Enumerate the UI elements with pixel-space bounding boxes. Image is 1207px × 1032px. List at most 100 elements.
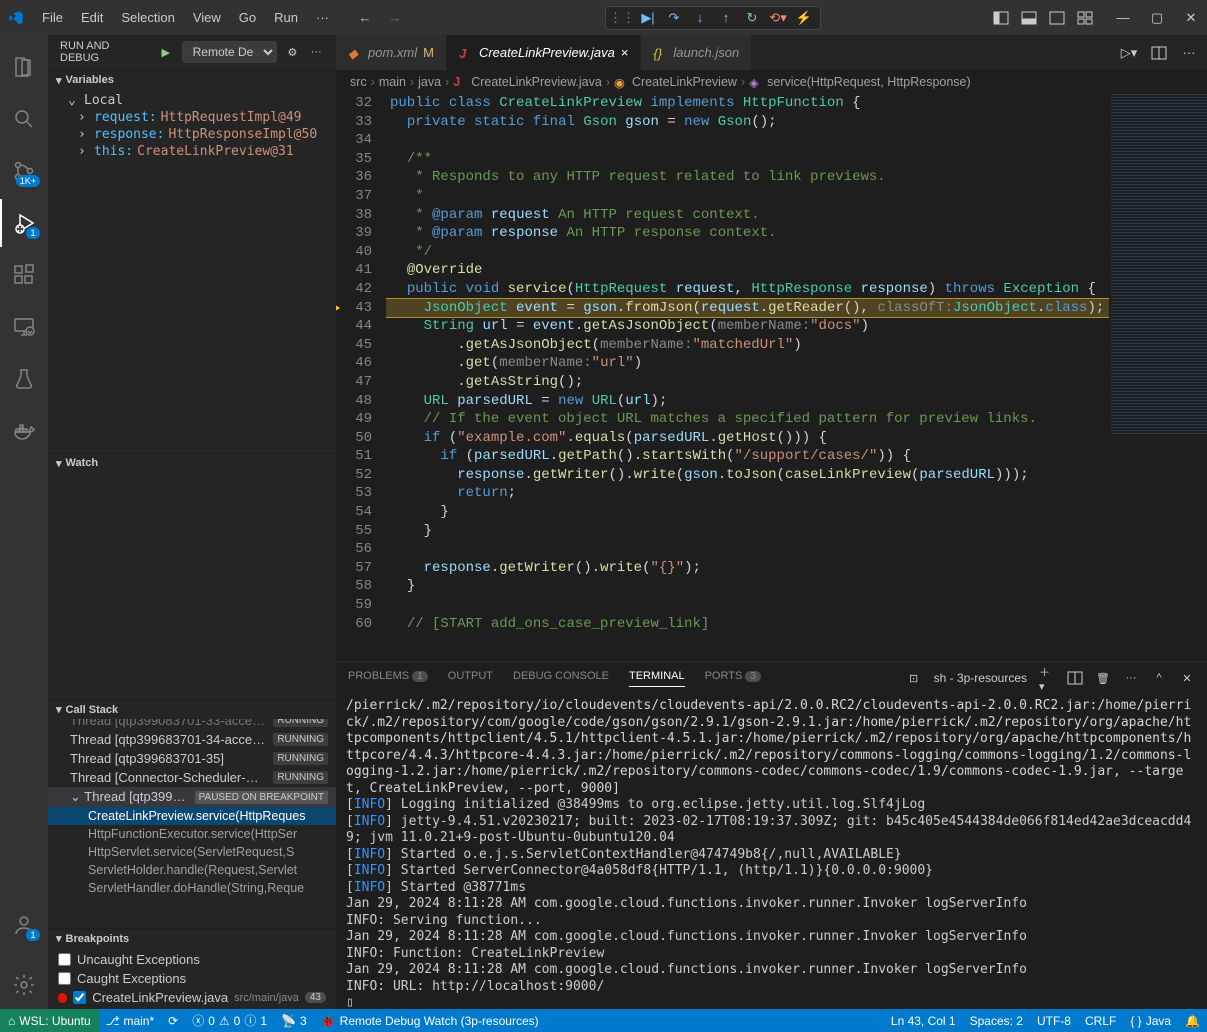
titlebar: File Edit Selection View Go Run ··· ← → … xyxy=(0,0,1207,35)
thread-row[interactable]: Thread [qtp399683701-35]RUNNING xyxy=(48,749,336,768)
callstack-header[interactable]: ▾Call Stack xyxy=(48,699,336,719)
nav-back-icon[interactable]: ← xyxy=(357,10,373,26)
breakpoint-item[interactable]: CreateLinkPreview.javasrc/main/java 43 xyxy=(48,988,336,1007)
variables-header[interactable]: ▾Variables xyxy=(48,70,336,90)
debug-start-icon[interactable]: ▶ xyxy=(158,44,174,60)
editor-more-icon[interactable]: ··· xyxy=(1181,45,1197,61)
terminal-name[interactable]: sh - 3p-resources xyxy=(934,671,1027,685)
file-xml-icon: ◆ xyxy=(348,46,362,60)
stack-frame[interactable]: ServletHolder.handle(Request,Servlet xyxy=(48,861,336,879)
panel-tab-output[interactable]: Output xyxy=(448,670,493,686)
status-encoding[interactable]: UTF-8 xyxy=(1030,1014,1078,1028)
breakpoints-header[interactable]: ▾Breakpoints xyxy=(48,928,336,948)
watch-header[interactable]: ▾Watch xyxy=(48,453,336,473)
tab-pom[interactable]: ◆ pom.xmlM xyxy=(336,35,447,70)
debug-settings-icon[interactable]: ⚙ xyxy=(285,44,301,60)
terminal-new-icon[interactable]: ＋▾ xyxy=(1039,670,1055,686)
nav-forward-icon[interactable]: → xyxy=(387,10,403,26)
debug-step-into-icon[interactable]: ↓ xyxy=(692,10,708,26)
debug-step-out-icon[interactable]: ↑ xyxy=(718,10,734,26)
panel-maximize-icon[interactable]: ^ xyxy=(1151,670,1167,686)
editor-run-icon[interactable]: ▷▾ xyxy=(1121,45,1137,61)
menu-selection[interactable]: Selection xyxy=(113,6,182,29)
window-maximize-icon[interactable]: ▢ xyxy=(1149,10,1165,26)
status-sync[interactable]: ⟳ xyxy=(161,1009,185,1032)
stack-frame[interactable]: ServletHandler.doHandle(String,Reque xyxy=(48,879,336,897)
status-cursor[interactable]: Ln 43, Col 1 xyxy=(884,1014,963,1028)
panel-more-icon[interactable]: ··· xyxy=(1123,670,1139,686)
activity-explorer[interactable] xyxy=(0,43,48,91)
menu-edit[interactable]: Edit xyxy=(73,6,111,29)
menu-file[interactable]: File xyxy=(34,6,71,29)
terminal-output[interactable]: /pierrick/.m2/repository/io/cloudevents/… xyxy=(336,694,1207,1009)
activity-search[interactable] xyxy=(0,95,48,143)
editor[interactable]: 3233343536373839404142434445464748495051… xyxy=(336,94,1109,661)
layout-left-icon[interactable] xyxy=(993,10,1009,26)
debug-restart-icon[interactable]: ↻ xyxy=(744,10,760,26)
panel-tab-problems[interactable]: Problems 1 xyxy=(348,670,428,686)
debug-hot-icon[interactable]: ⚡ xyxy=(796,10,812,26)
window-close-icon[interactable]: ✕ xyxy=(1183,10,1199,26)
window-minimize-icon[interactable]: — xyxy=(1115,10,1131,26)
thread-row[interactable]: ⌄ Thread [qtp39968…PAUSED ON BREAKPOINT xyxy=(48,787,336,807)
menu-more[interactable]: ··· xyxy=(308,6,337,29)
activity-remote[interactable] xyxy=(0,303,48,351)
layout-right-icon[interactable] xyxy=(1049,10,1065,26)
stack-frame[interactable]: HttpFunctionExecutor.service(HttpSer xyxy=(48,825,336,843)
tab-close-icon[interactable]: × xyxy=(621,45,629,60)
variables-scope-local[interactable]: ⌄Local xyxy=(48,92,336,109)
activitybar: 1K+ 1 1 xyxy=(0,35,48,1009)
status-ports[interactable]: 📡3 xyxy=(274,1009,314,1032)
status-notifications-icon[interactable]: 🔔 xyxy=(1178,1014,1207,1028)
debug-drag-handle-icon[interactable]: ⋮⋮ xyxy=(614,10,630,26)
status-spaces[interactable]: Spaces: 2 xyxy=(963,1014,1030,1028)
breakpoint-caught[interactable]: Caught Exceptions xyxy=(48,969,336,988)
variable-row[interactable]: ›this: CreateLinkPreview@31 xyxy=(48,143,336,160)
stack-frame[interactable]: CreateLinkPreview.service(HttpReques xyxy=(48,807,336,825)
status-debug-target[interactable]: 🐞Remote Debug Watch (3p-resources) xyxy=(314,1009,546,1032)
variable-row[interactable]: ›request: HttpRequestImpl@49 xyxy=(48,109,336,126)
layout-bottom-icon[interactable] xyxy=(1021,10,1037,26)
status-problems[interactable]: ⓧ0 ⚠0 ⓘ1 xyxy=(185,1009,274,1032)
antenna-icon: 📡 xyxy=(281,1014,296,1028)
breadcrumb[interactable]: src› main› java› JCreateLinkPreview.java… xyxy=(336,70,1207,94)
editor-split-icon[interactable] xyxy=(1151,45,1167,61)
stack-frame[interactable]: HttpServlet.service(ServletRequest,S xyxy=(48,843,336,861)
panel-tab-terminal[interactable]: Terminal xyxy=(629,670,685,687)
variable-row[interactable]: ›response: HttpResponseImpl@50 xyxy=(48,126,336,143)
menu-view[interactable]: View xyxy=(185,6,229,29)
tab-launch[interactable]: {} launch.json xyxy=(641,35,752,70)
menu-go[interactable]: Go xyxy=(231,6,264,29)
debug-toolbar: ⋮⋮ ▶| ↷ ↓ ↑ ↻ ⟲▾ ⚡ xyxy=(605,6,821,30)
layout-custom-icon[interactable] xyxy=(1077,10,1093,26)
debug-continue-icon[interactable]: ▶| xyxy=(640,10,656,26)
status-remote[interactable]: ⌂WSL: Ubuntu xyxy=(0,1009,99,1032)
method-icon: ◈ xyxy=(749,75,763,89)
status-branch[interactable]: ⎇main* xyxy=(99,1009,162,1032)
activity-scm[interactable]: 1K+ xyxy=(0,147,48,195)
tab-createlinkpreview[interactable]: J CreateLinkPreview.java × xyxy=(447,35,641,70)
activity-docker[interactable] xyxy=(0,407,48,455)
activity-settings[interactable] xyxy=(0,961,48,1009)
debug-step-over-icon[interactable]: ↷ xyxy=(666,10,682,26)
activity-accounts[interactable]: 1 xyxy=(0,901,48,949)
breakpoint-uncaught[interactable]: Uncaught Exceptions xyxy=(48,950,336,969)
activity-debug[interactable]: 1 xyxy=(0,199,48,247)
panel-tab-ports[interactable]: Ports 3 xyxy=(705,670,761,686)
menu-run[interactable]: Run xyxy=(266,6,306,29)
minimap[interactable] xyxy=(1111,94,1207,661)
debug-more-icon[interactable]: ··· xyxy=(308,44,324,60)
status-language[interactable]: { } Java xyxy=(1123,1014,1178,1028)
status-eol[interactable]: CRLF xyxy=(1078,1014,1123,1028)
activity-extensions[interactable] xyxy=(0,251,48,299)
thread-row[interactable]: Thread [Connector-Scheduler-…RUNNING xyxy=(48,768,336,787)
activity-testing[interactable] xyxy=(0,355,48,403)
info-icon: ⓘ xyxy=(244,1012,256,1029)
terminal-kill-icon[interactable]: 🗑 xyxy=(1095,670,1111,686)
terminal-split-icon[interactable] xyxy=(1067,670,1083,686)
panel-close-icon[interactable]: ✕ xyxy=(1179,670,1195,686)
panel-tab-debug-console[interactable]: Debug Console xyxy=(513,670,609,686)
thread-row[interactable]: Thread [qtp399683701-34-acce…RUNNING xyxy=(48,730,336,749)
debug-stop-icon[interactable]: ⟲▾ xyxy=(770,10,786,26)
debug-config-select[interactable]: Remote De xyxy=(182,41,277,63)
